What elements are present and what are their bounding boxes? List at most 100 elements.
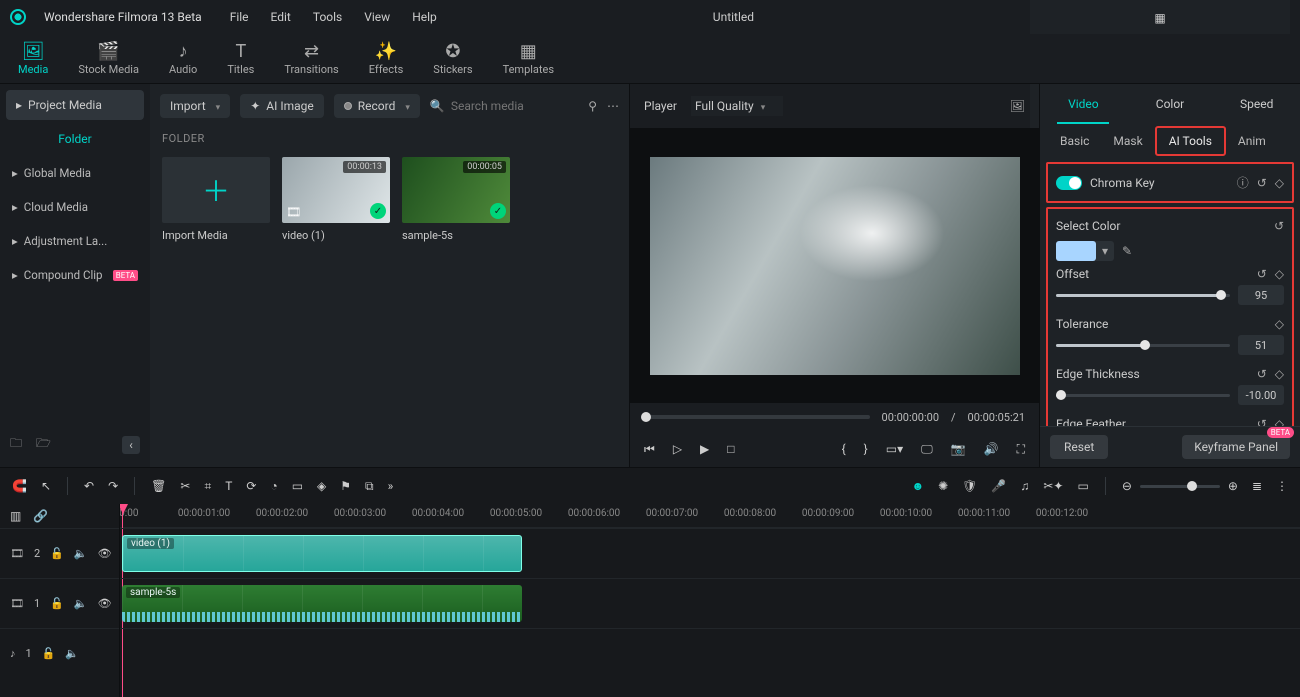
chroma-key-toggle[interactable] (1056, 176, 1082, 190)
music-icon[interactable]: ♫ (1020, 479, 1029, 493)
subtab-mask[interactable]: Mask (1101, 128, 1154, 154)
edge-thickness-value[interactable]: -10.00 (1238, 385, 1284, 405)
mute-icon[interactable]: 🔈 (74, 547, 88, 560)
keyframe-icon[interactable]: ◇ (1275, 267, 1284, 281)
tab-stock-media[interactable]: 🎬Stock Media (78, 41, 139, 76)
track-manage-icon[interactable]: ▥ (10, 509, 21, 523)
fit-icon[interactable]: ≣ (1252, 479, 1262, 493)
reset-icon[interactable]: ↺ (1274, 219, 1284, 233)
offset-slider[interactable] (1056, 294, 1230, 297)
visible-icon[interactable]: 👁 (98, 597, 112, 610)
cut-icon[interactable]: ✂ (180, 479, 190, 493)
keyframe-icon[interactable]: ◇ (1275, 176, 1284, 190)
tolerance-value[interactable]: 51 (1238, 335, 1284, 355)
tab-audio[interactable]: ♪Audio (169, 41, 197, 76)
zoom-slider[interactable] (1140, 485, 1220, 488)
visible-icon[interactable]: 👁 (98, 547, 112, 560)
tab-color[interactable]: Color (1127, 84, 1214, 124)
timeline-ruler[interactable]: 00:0000:00:01:0000:00:02:0000:00:03:0000… (120, 504, 1300, 528)
text-icon[interactable]: T (225, 479, 232, 493)
next-frame-icon[interactable]: ▶ (700, 442, 709, 456)
video-lane-1[interactable]: sample-5s (120, 578, 1300, 628)
undo-icon[interactable]: ↶ (84, 479, 94, 493)
reset-icon[interactable]: ↺ (1257, 367, 1267, 381)
zoom-in-icon[interactable]: ⊕ (1228, 479, 1238, 493)
folder-tab[interactable]: Folder (6, 124, 144, 154)
tab-templates[interactable]: ▦Templates (503, 41, 554, 76)
keyframe-icon[interactable]: ◇ (1275, 317, 1284, 331)
collapse-sidebar-button[interactable]: ‹ (122, 436, 140, 454)
reset-icon[interactable]: ↺ (1257, 417, 1267, 426)
camera-icon[interactable]: 📷 (951, 442, 966, 456)
marker-icon[interactable]: ⚑ (340, 479, 351, 493)
menu-help[interactable]: Help (412, 10, 437, 24)
color-icon[interactable]: ◔ (270, 479, 277, 493)
tab-stickers[interactable]: ✪Stickers (433, 41, 472, 76)
mark-out-icon[interactable]: } (864, 442, 868, 456)
prev-frame-icon[interactable]: ⏮ (644, 442, 655, 457)
inspector-scroll[interactable]: Chroma Key ⓘ ↺ ◇ Select Color ↺ ▾ ✎ Offs… (1040, 158, 1300, 426)
fullscreen-icon[interactable]: ⛶ (1017, 442, 1025, 457)
subtab-animation[interactable]: Anim (1226, 128, 1278, 154)
help-icon[interactable]: ⓘ (1237, 174, 1249, 191)
delete-icon[interactable]: 🗑 (151, 479, 166, 493)
pointer-icon[interactable]: ↖ (41, 479, 51, 493)
new-bin-icon[interactable]: 🗁 (36, 434, 51, 455)
apps-icon[interactable]: ▦ (1152, 10, 1168, 26)
subtab-ai-tools[interactable]: AI Tools (1155, 126, 1226, 156)
mic-icon[interactable]: 🎤 (991, 479, 1006, 493)
tab-video[interactable]: Video (1040, 84, 1127, 124)
audio-lane-1[interactable] (120, 628, 1300, 678)
crop-icon[interactable]: ⌗ (204, 479, 211, 494)
filter-icon[interactable]: ⚲ (588, 99, 597, 113)
tab-transitions[interactable]: ⇄Transitions (284, 41, 338, 76)
quality-select[interactable]: Full Quality (691, 96, 783, 116)
speed-icon[interactable]: ⟳ (246, 479, 256, 493)
keyframe-tool-icon[interactable]: ◈ (317, 479, 326, 493)
aspect-icon[interactable]: ▭▾ (886, 442, 903, 456)
keyframe-icon[interactable]: ◇ (1275, 417, 1284, 426)
import-media-card[interactable]: ＋ Import Media (162, 157, 270, 242)
link-icon[interactable]: ⧉ (365, 479, 374, 494)
keyframe-icon[interactable]: ◇ (1275, 367, 1284, 381)
volume-icon[interactable]: 🔊 (984, 442, 999, 456)
scrub-knob[interactable] (641, 412, 651, 422)
clip-sample5s[interactable]: sample-5s (122, 585, 522, 622)
snapshot-icon[interactable]: 🖼 (1010, 99, 1025, 113)
sidebar-item-compound-clip[interactable]: ▸Compound ClipBETA (6, 260, 144, 290)
import-button[interactable]: Import (160, 94, 230, 118)
stop-icon[interactable]: □ (727, 442, 734, 456)
media-card-video1[interactable]: 00:00:13 🎞 ✓ video (1) (282, 157, 390, 242)
reset-icon[interactable]: ↺ (1257, 267, 1267, 281)
sidebar-item-adjustment-layer[interactable]: ▸Adjustment La... (6, 226, 144, 256)
search-input[interactable] (451, 99, 578, 113)
reset-button[interactable]: Reset (1050, 435, 1108, 459)
tab-effects[interactable]: ✨Effects (369, 41, 404, 76)
display-icon[interactable]: 🖵 (921, 442, 933, 457)
magnet-icon[interactable]: 🧲 (12, 479, 27, 493)
preview-viewport[interactable] (630, 128, 1039, 403)
ai-image-button[interactable]: ✦AI Image (240, 94, 324, 118)
lock-icon[interactable]: 🔓 (42, 647, 56, 660)
media-card-sample5s[interactable]: 00:00:05 ✓ sample-5s (402, 157, 510, 242)
offset-value[interactable]: 95 (1238, 285, 1284, 305)
ai-face-icon[interactable]: ☻ (911, 479, 924, 493)
timeline-tracks[interactable]: 00:0000:00:01:0000:00:02:0000:00:03:0000… (120, 504, 1300, 697)
tolerance-slider[interactable] (1056, 344, 1230, 347)
tab-speed[interactable]: Speed (1213, 84, 1300, 124)
project-media-button[interactable]: ▸Project Media (6, 90, 144, 120)
track-head-v2[interactable]: 🎞2 🔓 🔈 👁 (0, 528, 119, 578)
track-link-icon[interactable]: 🔗 (33, 509, 48, 523)
menu-edit[interactable]: Edit (271, 10, 291, 24)
lock-icon[interactable]: 🔓 (50, 597, 64, 610)
menu-tools[interactable]: Tools (313, 10, 342, 24)
subtab-basic[interactable]: Basic (1048, 128, 1101, 154)
record-button[interactable]: Record (334, 94, 420, 118)
sidebar-item-global-media[interactable]: ▸Global Media (6, 158, 144, 188)
enhance-icon[interactable]: ✺ (938, 479, 948, 493)
mark-in-icon[interactable]: { (842, 442, 846, 456)
more-tools-icon[interactable]: » (388, 479, 394, 493)
shield-icon[interactable]: 🛡 (962, 479, 977, 493)
lock-icon[interactable]: 🔓 (50, 547, 64, 560)
zoom-out-icon[interactable]: ⊖ (1122, 479, 1132, 493)
